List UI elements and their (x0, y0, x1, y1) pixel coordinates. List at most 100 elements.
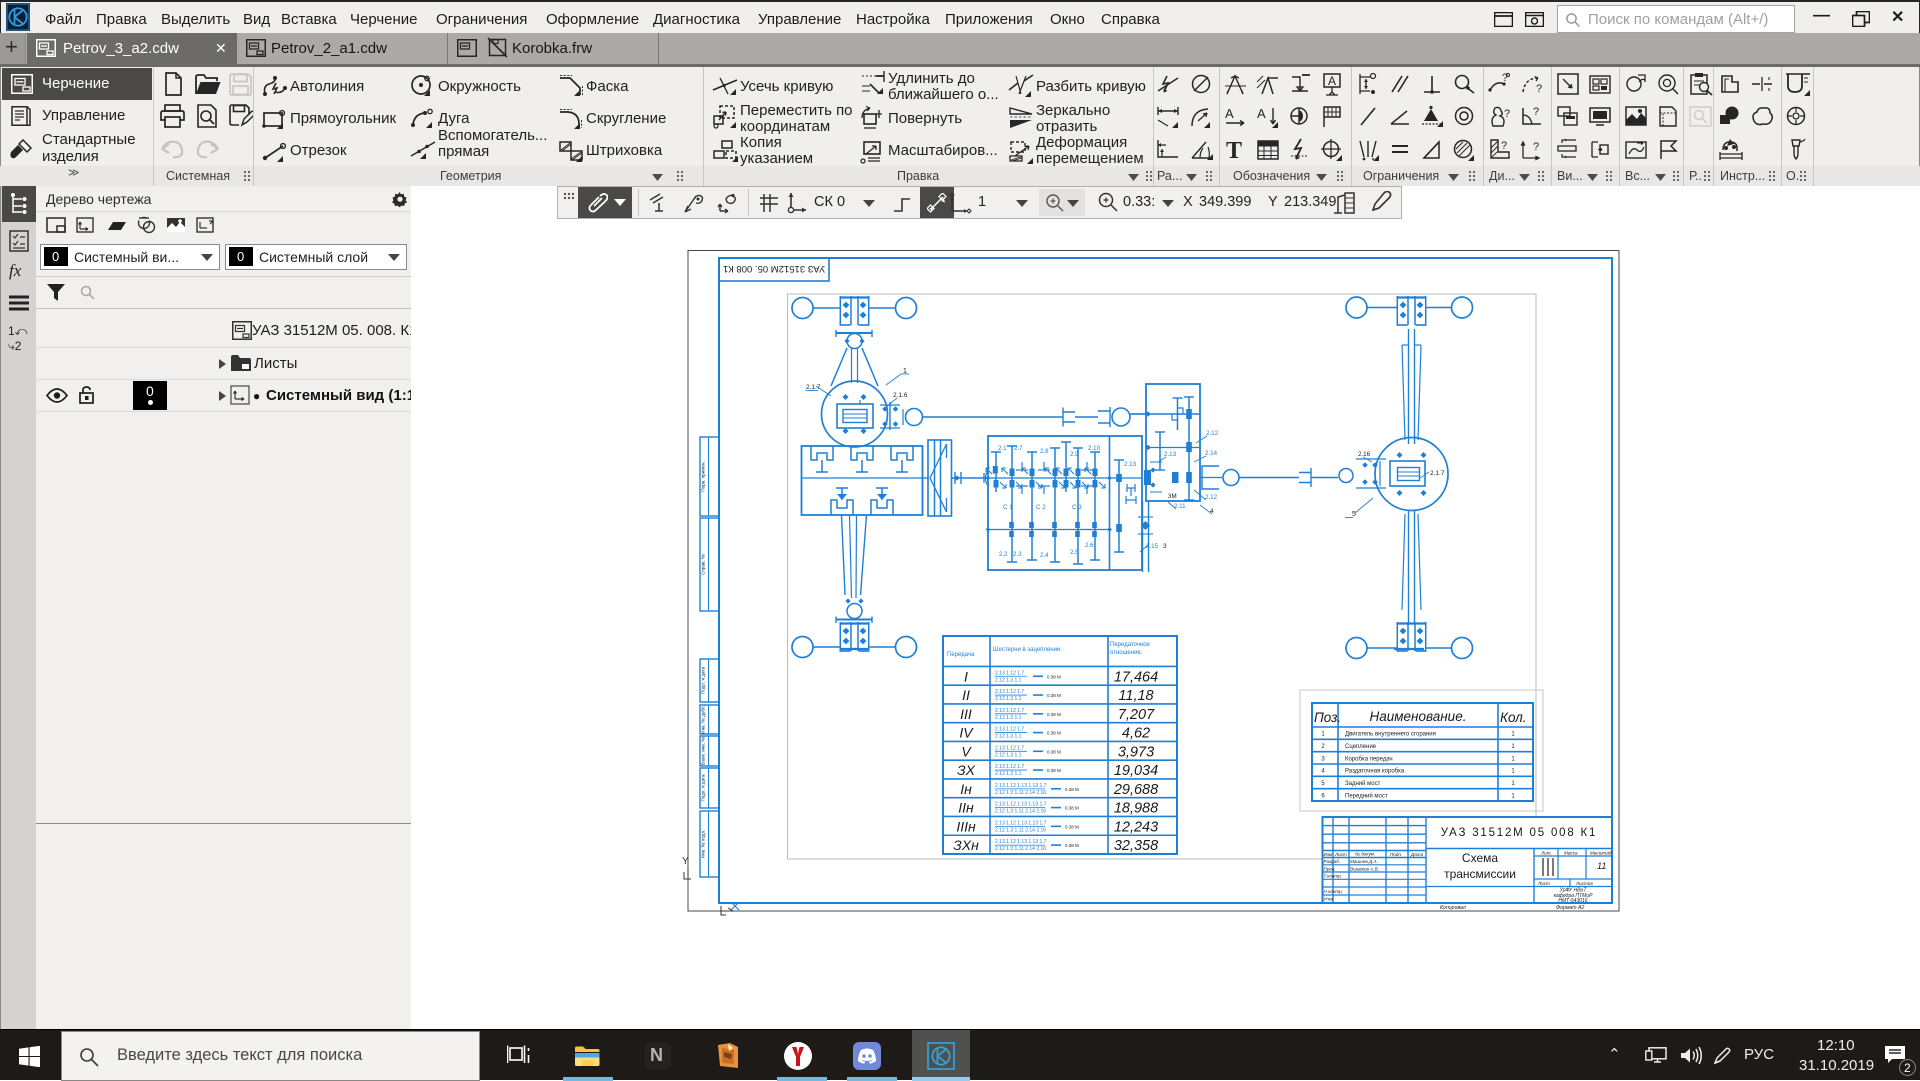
svg-text:ЗХн: ЗХн (953, 837, 979, 853)
svg-text:2.2: 2.2 (999, 551, 1008, 558)
svg-text:12,243: 12,243 (1114, 819, 1158, 835)
svg-text:Лист: Лист (1334, 852, 1347, 857)
svg-text:IIн: IIн (958, 800, 974, 816)
svg-text:Коробка передач: Коробка передач (1345, 756, 1393, 762)
svg-text:2.1.7: 2.1.7 (1430, 470, 1445, 477)
svg-text:Лист: Лист (1537, 881, 1550, 886)
svg-text:11,18: 11,18 (1118, 688, 1153, 704)
svg-text:0.38 М: 0.38 М (1065, 824, 1079, 829)
svg-text:17,464: 17,464 (1114, 669, 1158, 685)
svg-text:Машнев Д.А.: Машнев Д.А. (1350, 859, 1378, 864)
svg-text:2.13 1.12 1.7: 2.13 1.12 1.7 (995, 764, 1024, 770)
svg-text:III: III (960, 706, 972, 722)
svg-text:2.12 1.3 1.1: 2.12 1.3 1.1 (995, 696, 1022, 702)
svg-text:2.13 1.12 1.7: 2.13 1.12 1.7 (995, 670, 1024, 676)
svg-text:Шестерни в зацеплении.: Шестерни в зацеплении. (993, 647, 1062, 653)
svg-text:Справ. №: Справ. № (701, 554, 706, 575)
svg-text:0.38 М: 0.38 М (1047, 674, 1061, 679)
svg-text:2.14: 2.14 (1205, 450, 1218, 457)
svg-text:Формат А2: Формат А2 (1556, 905, 1584, 911)
svg-text:2.12: 2.12 (1206, 430, 1219, 437)
svg-text:Т.контр.: Т.контр. (1324, 874, 1343, 879)
svg-text:Инв. № дубл.: Инв. № дубл. (701, 705, 706, 733)
svg-text:Подп. и дата: Подп. и дата (701, 667, 706, 695)
svg-text:2.12 1.3 1.11 2.14 2.16: 2.12 1.3 1.11 2.14 2.16 (995, 809, 1046, 815)
svg-text:Утв.: Утв. (1324, 897, 1334, 902)
svg-text:0.38 М: 0.38 М (1065, 806, 1079, 811)
svg-text:Подп. и дата: Подп. и дата (701, 774, 706, 802)
svg-text:5: 5 (1352, 511, 1356, 518)
svg-text:2.13 1.12 1.7: 2.13 1.12 1.7 (995, 745, 1024, 751)
svg-text:I: I (964, 668, 968, 684)
svg-text:2.1.6: 2.1.6 (893, 392, 908, 399)
svg-text:Пров.: Пров. (1324, 866, 1336, 871)
svg-text:2.12 1.3 1.1: 2.12 1.3 1.1 (995, 677, 1022, 683)
svg-text:2.9: 2.9 (1070, 451, 1079, 458)
svg-text:Инв. № подл.: Инв. № подл. (701, 830, 706, 859)
svg-text:Н.контр.: Н.контр. (1324, 889, 1343, 894)
svg-text:2.13 1.12 1.13 1.13 1.7: 2.13 1.12 1.13 1.13 1.7 (995, 820, 1047, 826)
svg-text:Раздаточная коробка: Раздаточная коробка (1345, 769, 1405, 775)
svg-text:3М: 3М (1168, 493, 1177, 500)
svg-text:Передаточное: Передаточное (1110, 642, 1151, 648)
svg-text:2.12 1.3 1.1: 2.12 1.3 1.1 (995, 715, 1022, 721)
svg-text:Листов: Листов (1575, 881, 1593, 886)
svg-text:Изм: Изм (1324, 852, 1333, 857)
svg-text:УАЗ 31512М 05. 008 К1: УАЗ 31512М 05. 008 К1 (723, 263, 825, 274)
svg-text:0.38 М: 0.38 М (1047, 768, 1061, 773)
svg-text:2.16: 2.16 (1358, 451, 1371, 458)
svg-text:IIIн: IIIн (956, 818, 976, 834)
svg-text:7,207: 7,207 (1118, 707, 1155, 723)
svg-text:Взам. инв. №: Взам. инв. № (701, 737, 706, 766)
svg-text:Задний мост: Задний мост (1345, 780, 1381, 787)
svg-text:2.8: 2.8 (1040, 448, 1049, 455)
svg-text:0.38 М: 0.38 М (1047, 731, 1061, 736)
svg-text:3,973: 3,973 (1118, 744, 1154, 760)
svg-text:2.13: 2.13 (1124, 461, 1137, 468)
svg-text:С 1: С 1 (1003, 504, 1013, 511)
svg-text:2.13 1.12 1.13 1.13 1.7: 2.13 1.12 1.13 1.13 1.7 (995, 783, 1047, 789)
svg-text:Разраб.: Разраб. (1324, 859, 1341, 864)
svg-text:IV: IV (959, 725, 974, 741)
svg-text:11: 11 (1597, 861, 1606, 871)
svg-text:0.38 М: 0.38 М (1065, 787, 1079, 792)
svg-text:Наименование.: Наименование. (1370, 709, 1467, 724)
svg-text:18,988: 18,988 (1114, 801, 1158, 817)
svg-text:3: 3 (1163, 543, 1167, 550)
svg-text:19,034: 19,034 (1114, 763, 1158, 779)
svg-text:НМТ-543016: НМТ-543016 (1558, 898, 1587, 904)
svg-text:2.13 1.12 1.13 1.13 1.7: 2.13 1.12 1.13 1.13 1.7 (995, 839, 1047, 845)
svg-text:отношение.: отношение. (1110, 650, 1143, 656)
svg-text:2.12 1.3 1.11 2.14 2.16: 2.12 1.3 1.11 2.14 2.16 (995, 827, 1046, 833)
svg-text:Вшивков А.В.: Вшивков А.В. (1350, 866, 1379, 871)
svg-text:2.1: 2.1 (998, 445, 1007, 452)
svg-text:Масса: Масса (1564, 851, 1578, 856)
svg-text:УАЗ 31512М 05 008 К1: УАЗ 31512М 05 008 К1 (1441, 827, 1597, 839)
svg-text:С 3: С 3 (1072, 504, 1082, 511)
svg-text:Передний мост: Передний мост (1345, 792, 1388, 799)
svg-text:Масштаб: Масштаб (1590, 851, 1612, 856)
svg-text:2.10: 2.10 (1088, 445, 1101, 452)
svg-text:трансмиссии: трансмиссии (1444, 867, 1516, 881)
svg-text:Двигатель внутреннего сгорания: Двигатель внутреннего сгорания (1345, 732, 1436, 738)
svg-text:4,62: 4,62 (1122, 726, 1150, 742)
svg-text:0.38 М: 0.38 М (1065, 843, 1079, 848)
svg-text:Перв. примен.: Перв. примен. (701, 461, 706, 492)
svg-text:Y: Y (682, 856, 689, 867)
svg-text:Iн: Iн (960, 781, 972, 797)
svg-text:2.13 1.12 1.7: 2.13 1.12 1.7 (995, 708, 1024, 714)
svg-text:Схема: Схема (1462, 851, 1498, 865)
svg-text:2.5: 2.5 (1070, 549, 1079, 556)
svg-text:№ докум.: № докум. (1355, 852, 1375, 857)
svg-text:29,688: 29,688 (1113, 782, 1158, 798)
svg-text:2.12 1.3 1.1: 2.12 1.3 1.1 (995, 771, 1022, 777)
svg-text:ЗХ: ЗХ (957, 762, 976, 778)
svg-text:Подп.: Подп. (1390, 852, 1402, 857)
svg-text:2.13 1.12 1.7: 2.13 1.12 1.7 (995, 727, 1024, 733)
svg-text:II: II (962, 687, 970, 703)
svg-text:0.38 М: 0.38 М (1047, 693, 1061, 698)
svg-text:2.13 1.12 1.7: 2.13 1.12 1.7 (995, 689, 1024, 695)
svg-text:2.6: 2.6 (1085, 542, 1094, 549)
svg-text:С 2: С 2 (1036, 504, 1046, 511)
svg-text:Поз.: Поз. (1314, 710, 1341, 725)
